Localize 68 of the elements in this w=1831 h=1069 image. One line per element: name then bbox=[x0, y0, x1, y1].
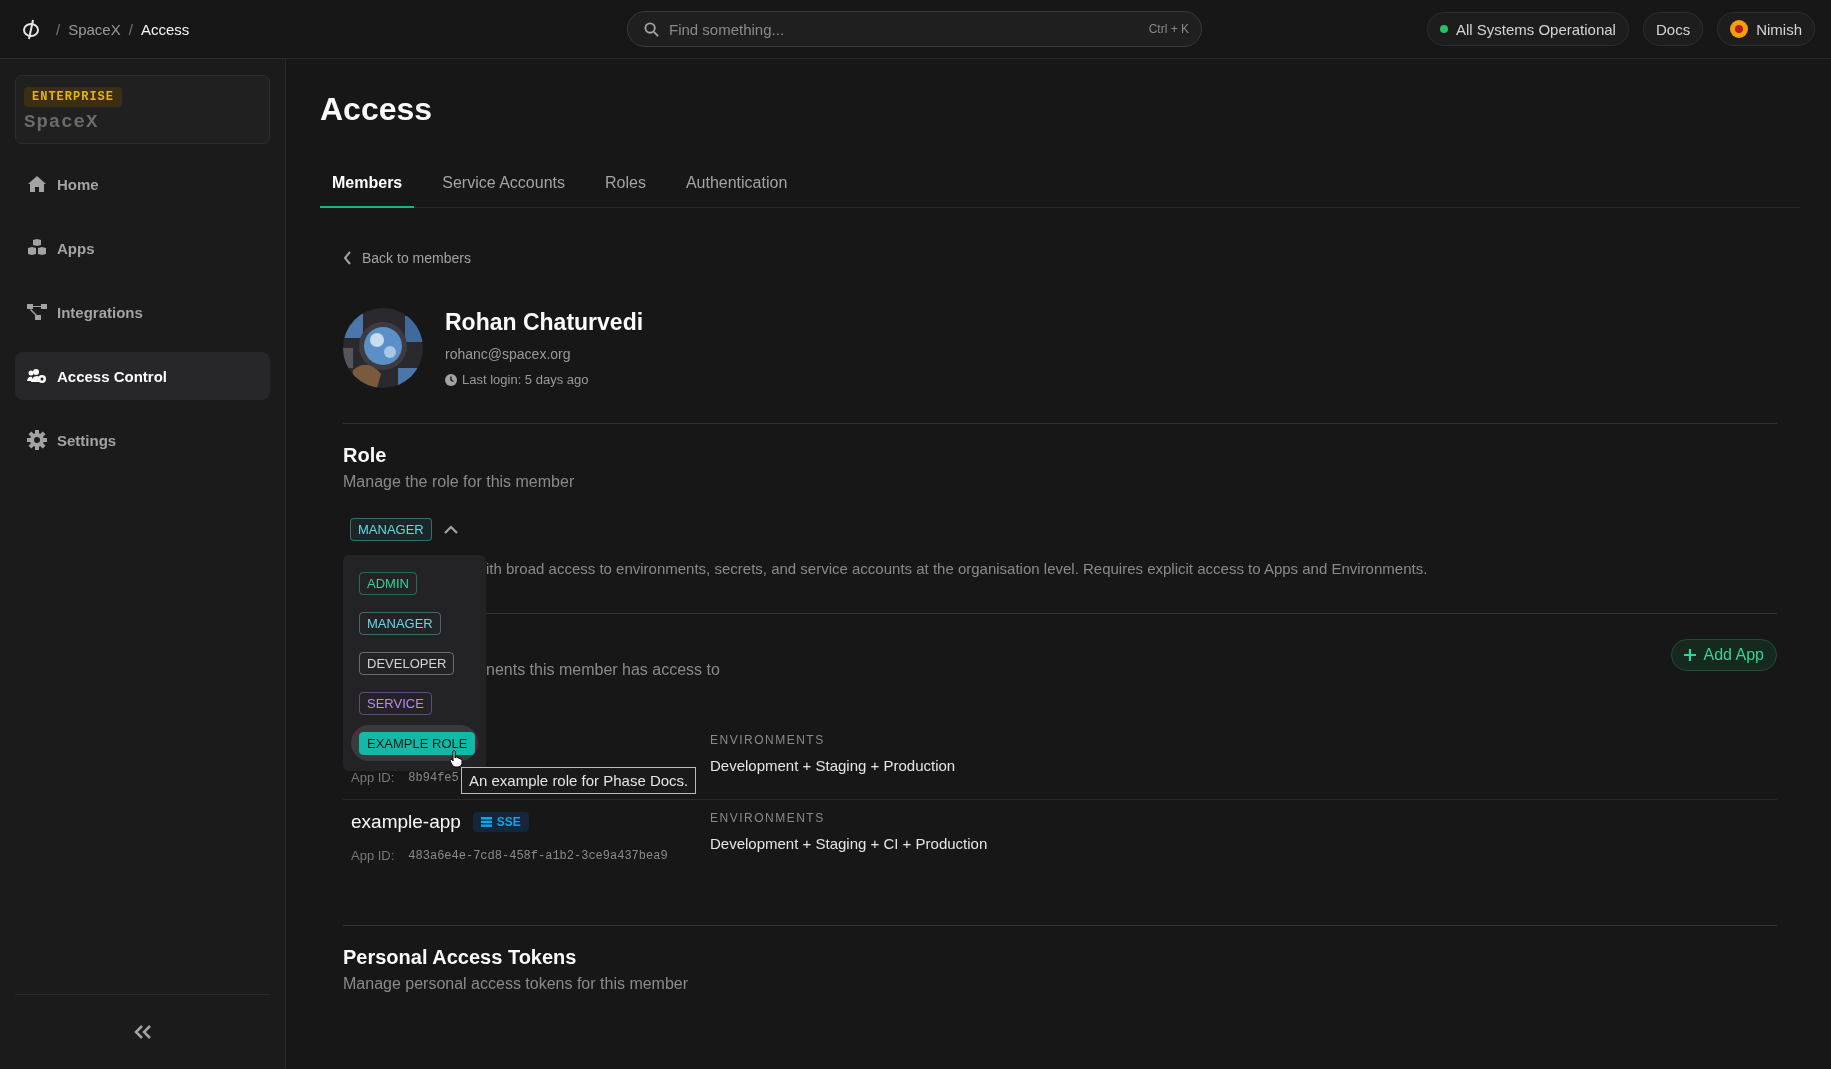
tab[interactable]: Service Accounts bbox=[430, 159, 577, 208]
role-option[interactable]: DEVELOPER bbox=[359, 651, 455, 675]
server-icon bbox=[480, 817, 492, 827]
user-name: Nimish bbox=[1756, 20, 1802, 38]
breadcrumb-link[interactable]: Access bbox=[140, 20, 190, 38]
role-option[interactable]: ADMIN bbox=[359, 571, 417, 595]
clock-icon bbox=[445, 373, 457, 386]
tab[interactable]: Members bbox=[320, 159, 415, 208]
breadcrumb-separator: / bbox=[128, 20, 133, 38]
app-id-label: App ID: bbox=[351, 770, 395, 785]
breadcrumb-link[interactable]: SpaceX bbox=[68, 20, 121, 38]
org-card[interactable]: ENTERPRISE SpaceX bbox=[15, 75, 270, 144]
environments-label: ENVIRONMENTS bbox=[710, 810, 826, 826]
tooltip: An example role for Phase Docs. bbox=[461, 767, 697, 794]
environments-list: Development + Staging + Production bbox=[710, 756, 956, 776]
section-subtitle: nents this member has access to bbox=[486, 660, 720, 680]
chevron-icon[interactable] bbox=[443, 524, 458, 534]
breadcrumb-separator: / bbox=[56, 20, 61, 38]
app-id-label: App ID: bbox=[351, 848, 395, 863]
member-name: Rohan Chaturvedi bbox=[445, 308, 644, 336]
status-pill[interactable]: All Systems Operational bbox=[1426, 12, 1629, 46]
section-subtitle: Manage the role for this member bbox=[343, 472, 576, 492]
environments-list: Development + Staging + CI + Production bbox=[710, 834, 988, 854]
section-title: Personal Access Tokens bbox=[343, 945, 578, 970]
environments-label: ENVIRONMENTS bbox=[710, 732, 826, 748]
back-link[interactable]: Back to members bbox=[343, 248, 471, 268]
sidebar-item[interactable]: Apps bbox=[15, 224, 270, 272]
role-option[interactable]: EXAMPLE ROLE bbox=[359, 731, 476, 755]
page-title: Access bbox=[320, 90, 434, 129]
section-subtitle: Manage personal access tokens for this member bbox=[343, 974, 690, 994]
docs-button[interactable]: Docs bbox=[1642, 12, 1704, 46]
collapse-icon[interactable] bbox=[133, 1025, 152, 1039]
home-icon bbox=[27, 175, 47, 193]
tab[interactable]: Roles bbox=[593, 159, 658, 208]
network-icon bbox=[27, 303, 47, 321]
last-login: Last login: 5 days ago bbox=[462, 372, 589, 387]
org-name: SpaceX bbox=[24, 111, 99, 133]
chevron-left-icon bbox=[343, 251, 352, 265]
tab[interactable]: Authentication bbox=[673, 159, 800, 208]
sidebar-item[interactable]: Access Control bbox=[15, 352, 270, 400]
sidebar-item[interactable]: Home bbox=[15, 160, 270, 208]
add-app-button[interactable]: Add App bbox=[1670, 639, 1777, 671]
plan-badge: ENTERPRISE bbox=[24, 87, 122, 107]
status-text: All Systems Operational bbox=[1455, 20, 1616, 38]
role-select[interactable]: MANAGER bbox=[350, 517, 432, 541]
role-option[interactable]: SERVICE bbox=[359, 691, 432, 715]
users-gear-icon bbox=[27, 367, 47, 385]
shortcut-hint: Ctrl + K bbox=[1148, 22, 1189, 36]
plus-icon bbox=[1683, 649, 1696, 661]
app-id: 483a6e4e-7cd8-458f-a1b2-3ce9a437bea9 bbox=[408, 848, 668, 863]
sidebar-item[interactable]: Settings bbox=[15, 416, 270, 464]
app-id: 8b94fe5 bbox=[408, 770, 459, 785]
search-icon bbox=[644, 21, 659, 37]
role-option[interactable]: MANAGER bbox=[359, 611, 441, 635]
app-name[interactable]: example-app bbox=[351, 811, 461, 833]
badge-text: SSE bbox=[496, 815, 521, 829]
section-title: Role bbox=[343, 443, 388, 468]
settings-icon bbox=[27, 430, 47, 450]
search-field[interactable]: Find something... bbox=[667, 19, 1141, 39]
member-email: rohanc@spacex.org bbox=[445, 346, 572, 362]
avatar-icon bbox=[1730, 20, 1749, 38]
sidebar-item[interactable]: Integrations bbox=[15, 288, 270, 336]
user-menu[interactable]: Nimish bbox=[1717, 12, 1815, 46]
cubes-icon bbox=[27, 239, 47, 257]
role-description: ith broad access to environments, secrets, and service accounts at the organisation level. Requires explicit access to Apps and Environments. bbox=[486, 559, 1429, 579]
logo-icon[interactable] bbox=[22, 18, 40, 40]
hand-cursor-icon bbox=[449, 750, 463, 768]
search-bar[interactable]: Find something... Ctrl + K bbox=[627, 11, 1202, 47]
